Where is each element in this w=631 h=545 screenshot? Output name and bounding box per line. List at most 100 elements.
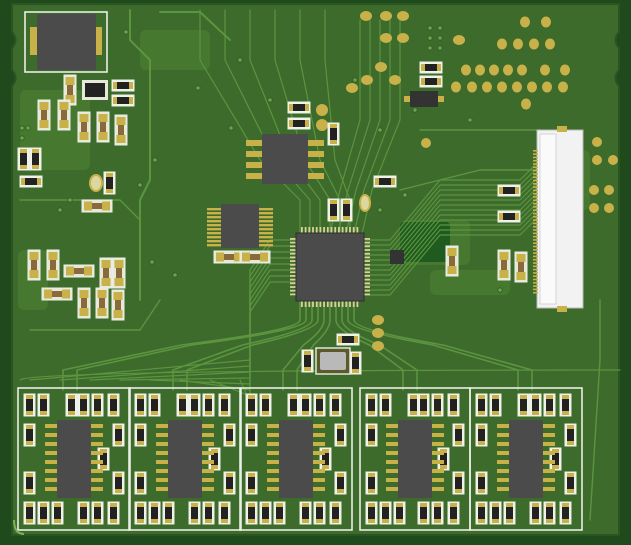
resistor <box>37 501 50 525</box>
resistor <box>23 423 36 447</box>
ic-pad <box>386 487 398 491</box>
ic-pad <box>156 487 168 491</box>
ic-pin <box>326 301 329 307</box>
resistor <box>564 423 577 447</box>
connector-pin <box>533 212 538 215</box>
passive-component <box>114 114 128 146</box>
pad <box>455 441 462 445</box>
ic-pin <box>326 227 329 233</box>
ic-pad <box>45 424 57 428</box>
via <box>427 45 433 51</box>
component-body <box>532 399 539 411</box>
pcb-board <box>0 0 631 545</box>
component-body <box>343 204 350 216</box>
ic-pin <box>323 227 325 233</box>
resistor <box>497 210 521 223</box>
pad <box>512 81 522 93</box>
ic-pad <box>386 478 398 482</box>
component-body <box>99 298 105 308</box>
ic-pin <box>364 241 370 244</box>
ic-pad <box>207 228 221 231</box>
component-body <box>41 110 47 120</box>
connector-pin <box>533 235 538 238</box>
via <box>237 57 243 63</box>
pad <box>305 104 309 111</box>
pad <box>592 155 602 165</box>
pad <box>332 411 339 415</box>
resistor <box>23 501 36 525</box>
ic-pad <box>207 236 221 239</box>
pad <box>492 411 499 415</box>
connector-pin <box>533 153 538 155</box>
resistor <box>452 471 465 495</box>
resistor <box>431 393 444 417</box>
pad <box>604 185 614 195</box>
pad <box>540 64 550 76</box>
ic-tssop <box>207 204 273 264</box>
ic-body <box>57 420 91 498</box>
ic-pad <box>543 460 555 464</box>
ic-pad <box>386 460 398 464</box>
pad <box>101 260 111 268</box>
component-body <box>337 429 344 441</box>
component-body <box>330 204 337 216</box>
pad <box>226 489 233 493</box>
passive-component <box>445 245 459 277</box>
ic-pad <box>45 451 57 455</box>
ic-pad <box>497 460 509 464</box>
ic-pin <box>290 289 296 292</box>
pad <box>343 200 350 204</box>
component-body <box>520 399 527 411</box>
connector-pin <box>533 265 538 268</box>
ic-pin <box>364 278 370 281</box>
pad <box>410 395 417 399</box>
resistor <box>202 393 215 417</box>
pad <box>84 201 92 211</box>
resistor <box>336 333 360 346</box>
ic-pad <box>156 442 168 446</box>
component-body <box>26 507 33 519</box>
pad <box>475 64 485 76</box>
component-body <box>117 82 129 89</box>
component-body <box>330 128 337 140</box>
pad <box>560 64 570 76</box>
pad <box>330 124 337 128</box>
via <box>427 25 433 31</box>
connector-pin <box>533 219 538 221</box>
via <box>497 287 503 293</box>
pad <box>262 411 269 415</box>
ic-pad <box>497 469 509 473</box>
resistor <box>503 501 516 525</box>
ic-pin <box>334 227 337 233</box>
resistor <box>417 393 430 417</box>
component-body <box>332 399 339 411</box>
pad <box>221 411 228 415</box>
ic-pad <box>543 424 555 428</box>
component-body <box>501 260 507 270</box>
pad <box>191 395 198 399</box>
ic-pad <box>543 487 555 491</box>
pad <box>165 503 172 507</box>
pad <box>248 519 255 523</box>
pad <box>478 489 485 493</box>
component-body <box>103 268 109 278</box>
ic-pad <box>259 236 273 239</box>
resistor <box>107 501 120 525</box>
component-body <box>92 203 102 209</box>
ic-pin <box>315 301 318 307</box>
resistor <box>489 393 502 417</box>
pad <box>68 395 75 399</box>
pad <box>368 425 375 429</box>
passive-component <box>99 257 113 289</box>
pad <box>337 441 344 445</box>
pad <box>451 81 461 93</box>
ic-pad <box>267 460 279 464</box>
ic-pin <box>312 301 314 307</box>
component-body <box>94 507 101 519</box>
passive-component <box>96 111 110 143</box>
ic-pin <box>364 293 370 296</box>
resistor <box>162 501 175 525</box>
pad <box>226 441 233 445</box>
ffc-connector <box>533 126 584 312</box>
connector-pin <box>533 232 538 235</box>
